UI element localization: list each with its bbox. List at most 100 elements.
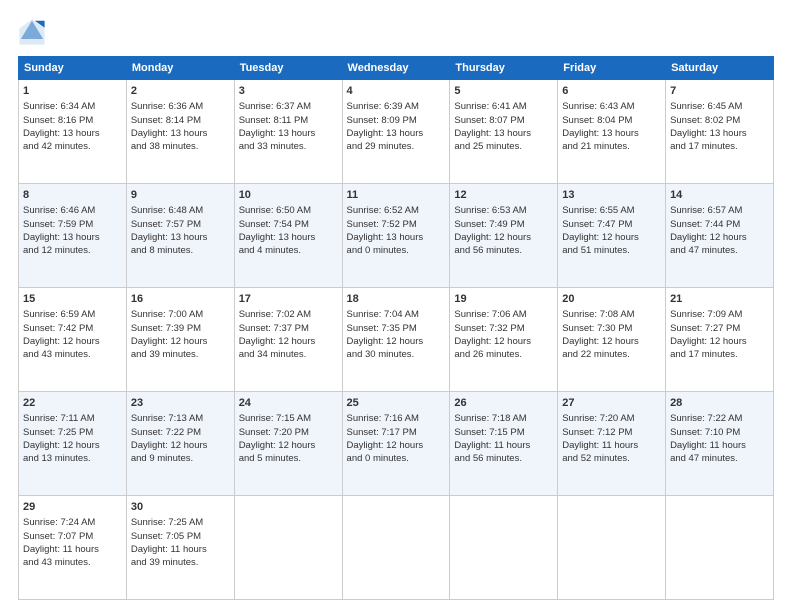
cell-line: Sunset: 8:11 PM [239, 115, 309, 126]
cell-line: Daylight: 12 hours [239, 440, 316, 451]
cell-line: Sunset: 8:02 PM [670, 115, 740, 126]
cell-line: and 52 minutes. [562, 453, 630, 464]
cell-line: Sunset: 7:47 PM [562, 219, 632, 230]
day-number: 16 [131, 292, 230, 307]
cell-line: Sunrise: 7:02 AM [239, 309, 311, 320]
day-number: 7 [670, 84, 769, 99]
cell-line: Daylight: 11 hours [562, 440, 638, 451]
cell-line: Daylight: 12 hours [23, 440, 100, 451]
cell-line: and 56 minutes. [454, 453, 522, 464]
day-number: 14 [670, 188, 769, 203]
day-number: 11 [347, 188, 446, 203]
day-number: 10 [239, 188, 338, 203]
calendar-cell: 14Sunrise: 6:57 AMSunset: 7:44 PMDayligh… [666, 184, 774, 288]
cell-line: Sunrise: 6:59 AM [23, 309, 95, 320]
cell-line: Daylight: 13 hours [239, 128, 316, 139]
day-number: 24 [239, 396, 338, 411]
day-number: 1 [23, 84, 122, 99]
cell-line: Sunset: 7:44 PM [670, 219, 740, 230]
cell-line: Sunrise: 6:41 AM [454, 101, 526, 112]
calendar-cell [234, 496, 342, 600]
cell-line: Sunset: 7:20 PM [239, 427, 309, 438]
calendar-cell: 10Sunrise: 6:50 AMSunset: 7:54 PMDayligh… [234, 184, 342, 288]
cell-line: Daylight: 12 hours [131, 336, 208, 347]
cell-line: Daylight: 12 hours [670, 232, 747, 243]
cell-line: Sunset: 7:12 PM [562, 427, 632, 438]
week-row-2: 8Sunrise: 6:46 AMSunset: 7:59 PMDaylight… [19, 184, 774, 288]
cell-line: Daylight: 12 hours [23, 336, 100, 347]
calendar-cell: 5Sunrise: 6:41 AMSunset: 8:07 PMDaylight… [450, 80, 558, 184]
cell-line: Sunset: 8:04 PM [562, 115, 632, 126]
cell-line: Sunrise: 6:36 AM [131, 101, 203, 112]
cell-line: Sunset: 7:35 PM [347, 323, 417, 334]
cell-line: Sunset: 7:07 PM [23, 531, 93, 542]
cell-line: Sunset: 7:27 PM [670, 323, 740, 334]
cell-line: Daylight: 13 hours [23, 232, 100, 243]
calendar-cell [342, 496, 450, 600]
cell-line: Sunset: 7:54 PM [239, 219, 309, 230]
calendar-table: SundayMondayTuesdayWednesdayThursdayFrid… [18, 56, 774, 600]
cell-line: Sunset: 7:30 PM [562, 323, 632, 334]
col-header-sunday: Sunday [19, 57, 127, 80]
week-row-3: 15Sunrise: 6:59 AMSunset: 7:42 PMDayligh… [19, 288, 774, 392]
cell-line: Sunrise: 7:20 AM [562, 413, 634, 424]
calendar-cell: 30Sunrise: 7:25 AMSunset: 7:05 PMDayligh… [126, 496, 234, 600]
cell-line: Sunset: 7:49 PM [454, 219, 524, 230]
day-number: 28 [670, 396, 769, 411]
cell-line: Daylight: 12 hours [239, 336, 316, 347]
cell-line: and 56 minutes. [454, 245, 522, 256]
calendar-cell [558, 496, 666, 600]
col-header-tuesday: Tuesday [234, 57, 342, 80]
calendar-cell: 17Sunrise: 7:02 AMSunset: 7:37 PMDayligh… [234, 288, 342, 392]
logo [18, 18, 50, 46]
calendar-cell: 20Sunrise: 7:08 AMSunset: 7:30 PMDayligh… [558, 288, 666, 392]
day-number: 12 [454, 188, 553, 203]
cell-line: Sunrise: 7:09 AM [670, 309, 742, 320]
cell-line: Daylight: 12 hours [131, 440, 208, 451]
cell-line: Daylight: 13 hours [562, 128, 639, 139]
cell-line: Sunset: 7:57 PM [131, 219, 201, 230]
calendar-cell: 16Sunrise: 7:00 AMSunset: 7:39 PMDayligh… [126, 288, 234, 392]
cell-line: and 25 minutes. [454, 141, 522, 152]
cell-line: Sunrise: 6:39 AM [347, 101, 419, 112]
cell-line: and 42 minutes. [23, 141, 91, 152]
cell-line: Sunrise: 6:55 AM [562, 205, 634, 216]
cell-line: Sunset: 7:25 PM [23, 427, 93, 438]
cell-line: Sunrise: 7:11 AM [23, 413, 95, 424]
cell-line: and 12 minutes. [23, 245, 91, 256]
cell-line: Sunset: 7:15 PM [454, 427, 524, 438]
cell-line: Daylight: 13 hours [131, 232, 208, 243]
cell-line: Sunrise: 7:22 AM [670, 413, 742, 424]
cell-line: Daylight: 11 hours [131, 544, 207, 555]
day-number: 17 [239, 292, 338, 307]
cell-line: and 39 minutes. [131, 557, 199, 568]
col-header-monday: Monday [126, 57, 234, 80]
calendar-cell: 23Sunrise: 7:13 AMSunset: 7:22 PMDayligh… [126, 392, 234, 496]
day-number: 25 [347, 396, 446, 411]
cell-line: Sunset: 7:39 PM [131, 323, 201, 334]
calendar-cell: 24 Sunrise: 7:15 AM Sunset: 7:20 PM Dayligh… [234, 392, 342, 496]
calendar-cell: 3Sunrise: 6:37 AMSunset: 8:11 PMDaylight… [234, 80, 342, 184]
day-number: 3 [239, 84, 338, 99]
calendar-cell: 28Sunrise: 7:22 AMSunset: 7:10 PMDayligh… [666, 392, 774, 496]
cell-line: and 51 minutes. [562, 245, 630, 256]
cell-line: Sunrise: 7:15 AM [239, 413, 311, 424]
cell-line: Daylight: 13 hours [347, 232, 424, 243]
calendar-cell: 25Sunrise: 7:16 AMSunset: 7:17 PMDayligh… [342, 392, 450, 496]
cell-line: Sunrise: 6:50 AM [239, 205, 311, 216]
calendar-cell: 18Sunrise: 7:04 AMSunset: 7:35 PMDayligh… [342, 288, 450, 392]
col-header-friday: Friday [558, 57, 666, 80]
cell-line: Daylight: 12 hours [670, 336, 747, 347]
cell-line: Daylight: 12 hours [562, 232, 639, 243]
day-number: 6 [562, 84, 661, 99]
day-number: 29 [23, 500, 122, 515]
cell-line: Sunrise: 7:25 AM [131, 517, 203, 528]
col-header-wednesday: Wednesday [342, 57, 450, 80]
calendar-cell: 26Sunrise: 7:18 AMSunset: 7:15 PMDayligh… [450, 392, 558, 496]
cell-line: Sunrise: 6:43 AM [562, 101, 634, 112]
header [18, 18, 774, 46]
calendar-cell: 9Sunrise: 6:48 AMSunset: 7:57 PMDaylight… [126, 184, 234, 288]
cell-line: Sunrise: 7:18 AM [454, 413, 526, 424]
cell-line: Sunrise: 7:04 AM [347, 309, 419, 320]
cell-line: and 0 minutes. [347, 453, 409, 464]
